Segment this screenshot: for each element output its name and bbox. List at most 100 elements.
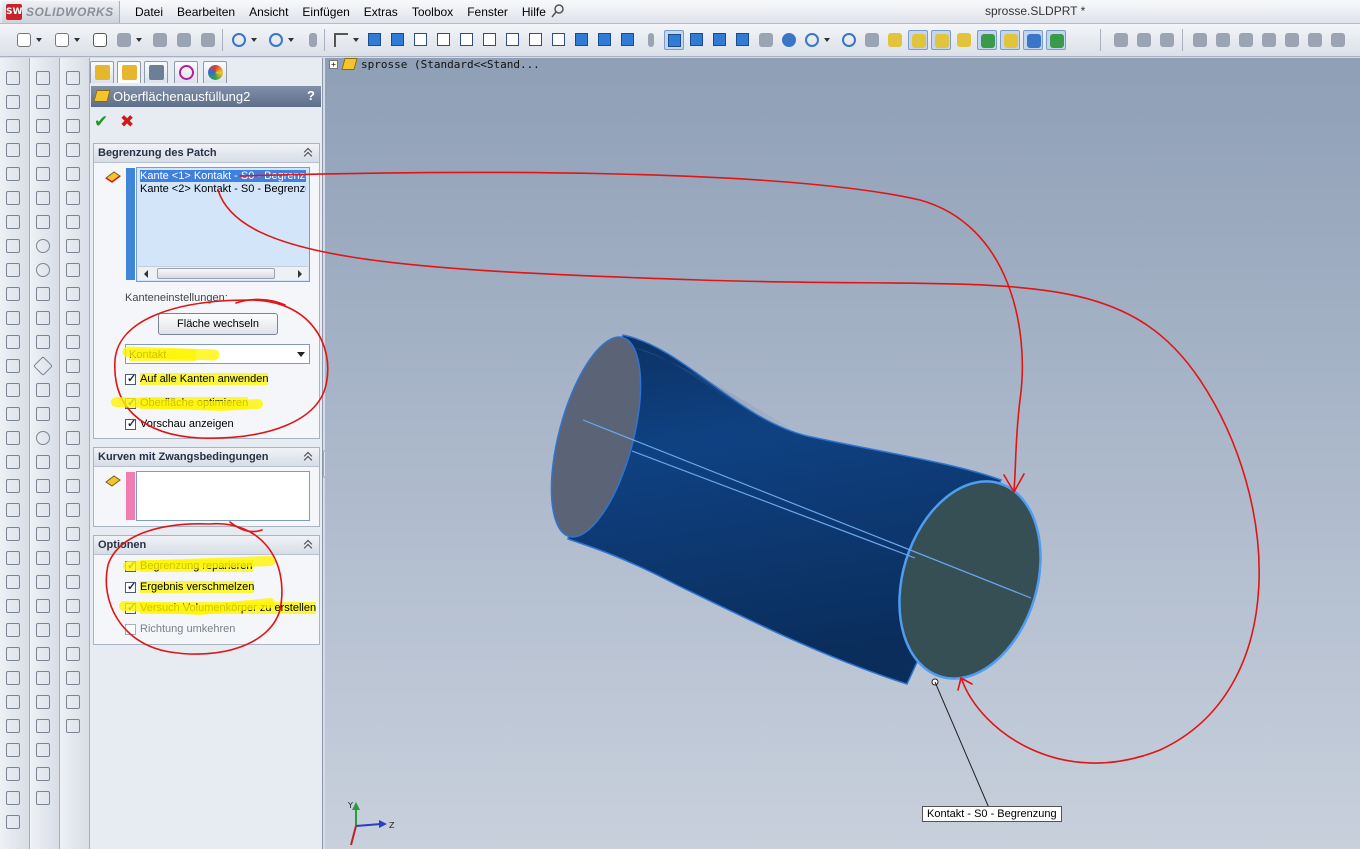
dome-icon[interactable] bbox=[5, 430, 21, 446]
replace-face-icon[interactable] bbox=[65, 358, 81, 374]
scale-icon[interactable] bbox=[5, 598, 21, 614]
parallelogram-icon[interactable] bbox=[35, 214, 51, 230]
wrap-icon[interactable] bbox=[5, 454, 21, 470]
circle-icon[interactable] bbox=[35, 238, 51, 254]
contact-callout[interactable]: Kontakt - S0 - Begrenzung bbox=[922, 806, 1062, 822]
contact-type-dropdown[interactable]: Kontakt bbox=[125, 344, 310, 364]
fillet-surface-icon[interactable] bbox=[65, 286, 81, 302]
cancel-button[interactable]: ✖ bbox=[120, 112, 134, 132]
grid-pattern-icon[interactable] bbox=[35, 646, 51, 662]
sketch-icon[interactable] bbox=[35, 70, 51, 86]
mirror-entities-icon[interactable] bbox=[35, 622, 51, 638]
warning-icon[interactable] bbox=[35, 742, 51, 758]
revolve-cut-icon[interactable] bbox=[5, 190, 21, 206]
parting-line-icon[interactable] bbox=[65, 622, 81, 638]
options-header[interactable]: Optionen bbox=[94, 536, 319, 555]
circular-pattern-icon[interactable] bbox=[5, 382, 21, 398]
scrollbar-thumb[interactable] bbox=[157, 268, 275, 279]
move-entities-icon[interactable] bbox=[35, 718, 51, 734]
sketch-filter-icon[interactable] bbox=[885, 30, 905, 50]
loft-icon[interactable] bbox=[5, 142, 21, 158]
core-icon[interactable] bbox=[65, 694, 81, 710]
extruded-surface-icon[interactable] bbox=[65, 70, 81, 86]
eraser-icon[interactable] bbox=[35, 118, 51, 134]
boundary-surface-icon[interactable] bbox=[65, 166, 81, 182]
properties-icon[interactable] bbox=[174, 30, 194, 50]
linear-pattern-icon[interactable] bbox=[5, 358, 21, 374]
helix-icon[interactable] bbox=[5, 790, 21, 806]
filter-vertices-icon[interactable] bbox=[954, 30, 974, 50]
boundary-edges-list[interactable]: Kante <1> Kontakt - S0 - Begrenzu Kante … bbox=[136, 167, 310, 282]
patch-boundary-header[interactable]: Begrenzung des Patch bbox=[94, 144, 319, 163]
constraint-curves-header[interactable]: Kurven mit Zwangsbedingungen bbox=[94, 448, 319, 467]
cut-with-surface-icon[interactable] bbox=[65, 550, 81, 566]
refresh-icon[interactable] bbox=[839, 30, 859, 50]
revolved-surface-icon[interactable] bbox=[65, 94, 81, 110]
chamfer-icon[interactable] bbox=[5, 238, 21, 254]
menu-datei[interactable]: Datei bbox=[128, 0, 170, 24]
untrim-surface-icon[interactable] bbox=[65, 454, 81, 470]
slot-icon[interactable] bbox=[35, 406, 51, 422]
hexagon-icon[interactable] bbox=[35, 478, 51, 494]
menu-bearbeiten[interactable]: Bearbeiten bbox=[170, 0, 242, 24]
collapse-icon[interactable] bbox=[304, 451, 314, 461]
copy-entities-icon[interactable] bbox=[35, 694, 51, 710]
mirror-icon[interactable] bbox=[5, 406, 21, 422]
freeform-icon[interactable] bbox=[5, 694, 21, 710]
new-document-icon[interactable] bbox=[14, 30, 42, 50]
corner-icon[interactable] bbox=[35, 550, 51, 566]
assembly-tool-icon[interactable] bbox=[1111, 30, 1131, 50]
flex-icon[interactable] bbox=[5, 646, 21, 662]
draft-quality-icon[interactable] bbox=[710, 30, 730, 50]
scale-mold-icon[interactable] bbox=[65, 718, 81, 734]
rebuild-icon[interactable] bbox=[303, 30, 323, 50]
scroll-left-icon[interactable] bbox=[144, 270, 148, 278]
optimize-surface-box[interactable] bbox=[125, 396, 136, 409]
boundary-edge-item-1[interactable]: Kante <1> Kontakt - S0 - Begrenzu bbox=[140, 170, 306, 182]
combine-icon[interactable] bbox=[5, 502, 21, 518]
filled-surface-icon[interactable] bbox=[65, 190, 81, 206]
smart-dimension-icon[interactable] bbox=[35, 94, 51, 110]
undo-icon[interactable] bbox=[229, 30, 257, 50]
save-icon[interactable] bbox=[90, 30, 110, 50]
perimeter-circle-icon[interactable] bbox=[35, 262, 51, 278]
print-icon[interactable] bbox=[114, 30, 142, 50]
filter-edges-icon[interactable] bbox=[908, 30, 928, 50]
offset-icon[interactable] bbox=[35, 598, 51, 614]
help-button[interactable]: ? bbox=[307, 88, 315, 103]
perspective-icon[interactable] bbox=[756, 30, 776, 50]
trim-surface-icon[interactable] bbox=[65, 430, 81, 446]
merge-result-box[interactable] bbox=[125, 580, 136, 593]
fix-boundary-box[interactable] bbox=[125, 559, 136, 572]
try-solid-box[interactable] bbox=[125, 601, 136, 614]
thicken-cut-icon[interactable] bbox=[65, 526, 81, 542]
rotate-tool-icon[interactable] bbox=[1305, 30, 1325, 50]
shell-icon[interactable] bbox=[5, 286, 21, 302]
filter-faces-icon[interactable] bbox=[931, 30, 951, 50]
tab-dimxpert-manager[interactable] bbox=[174, 61, 198, 83]
pin-icon[interactable] bbox=[551, 4, 565, 18]
graphics-viewport[interactable]: +sprosse (Standard<<Stand... Kontakt - bbox=[325, 58, 1360, 849]
fillet-icon[interactable] bbox=[5, 214, 21, 230]
menu-extras[interactable]: Extras bbox=[357, 0, 405, 24]
boundary-edge-item-2[interactable]: Kante <2> Kontakt - S0 - Begrenzu bbox=[140, 183, 306, 195]
shadows-icon[interactable] bbox=[733, 30, 753, 50]
horizontal-scrollbar[interactable] bbox=[138, 266, 308, 280]
rectangle-icon[interactable] bbox=[35, 190, 51, 206]
indent-icon[interactable] bbox=[5, 622, 21, 638]
ruled-surface-icon[interactable] bbox=[65, 262, 81, 278]
reference-geometry-icon[interactable] bbox=[1259, 30, 1279, 50]
constraint-curves-list[interactable] bbox=[136, 471, 310, 521]
pan-icon[interactable] bbox=[779, 30, 799, 50]
tab-property-manager[interactable] bbox=[117, 61, 141, 83]
ellipse-icon[interactable] bbox=[35, 430, 51, 446]
shut-off-surface-icon[interactable] bbox=[65, 646, 81, 662]
extrude-cut-icon[interactable] bbox=[5, 166, 21, 182]
menu-fenster[interactable]: Fenster bbox=[460, 0, 515, 24]
collapse-icon[interactable] bbox=[304, 147, 314, 157]
redo-icon[interactable] bbox=[266, 30, 294, 50]
thicken-surface-icon[interactable] bbox=[65, 502, 81, 518]
swept-surface-icon[interactable] bbox=[65, 118, 81, 134]
intersect-icon[interactable] bbox=[5, 478, 21, 494]
hole-wizard-icon[interactable] bbox=[5, 334, 21, 350]
